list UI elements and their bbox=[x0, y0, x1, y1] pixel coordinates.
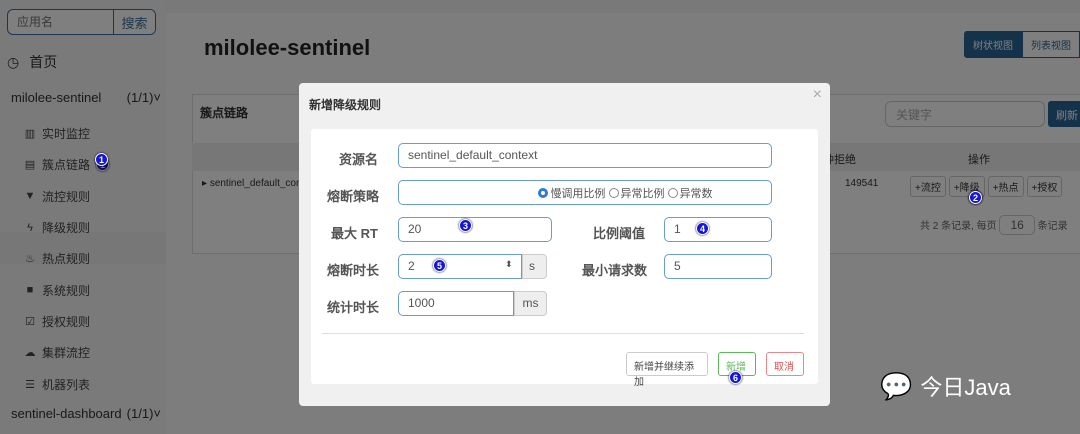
max-rt-label: 最大 RT bbox=[331, 226, 378, 241]
duration-input[interactable]: 2 bbox=[398, 254, 522, 279]
step-badge-1-overlay: 1 bbox=[95, 153, 108, 166]
add-and-continue-button[interactable]: 新增并继续添加 bbox=[626, 352, 708, 388]
step-badge-5: 5 bbox=[433, 259, 446, 272]
close-icon[interactable]: × bbox=[813, 86, 822, 104]
watermark: 💬 今日Java bbox=[880, 370, 1011, 402]
duration-unit: s bbox=[522, 254, 547, 279]
wechat-icon: 💬 bbox=[880, 370, 913, 401]
min-request-label: 最小请求数 bbox=[582, 263, 648, 278]
max-rt-input[interactable]: 20 bbox=[398, 217, 552, 242]
min-request-input[interactable]: 5 bbox=[664, 254, 772, 279]
stat-duration-unit: ms bbox=[514, 291, 547, 316]
strategy-label: 熔断策略 bbox=[327, 189, 380, 204]
radio-error-ratio[interactable]: 异常比例 bbox=[608, 188, 665, 200]
step-badge-6: 6 bbox=[729, 371, 742, 384]
resource-input[interactable]: sentinel_default_context bbox=[398, 143, 772, 168]
step-badge-3: 3 bbox=[459, 219, 472, 232]
cancel-button[interactable]: 取消 bbox=[766, 352, 804, 376]
radio-label: 异常数 bbox=[679, 188, 713, 200]
resource-label: 资源名 bbox=[339, 152, 379, 167]
dialog-title: 新增降级规则 bbox=[309, 98, 382, 112]
radio-label: 异常比例 bbox=[620, 188, 665, 200]
strategy-radio-group: 慢调用比例 异常比例 异常数 bbox=[398, 180, 772, 205]
watermark-text: 今日Java bbox=[920, 375, 1011, 400]
divider bbox=[322, 333, 804, 334]
ratio-label: 比例阈值 bbox=[593, 226, 646, 241]
degrade-rule-dialog: 新增降级规则 × 资源名 sentinel_default_context 熔断… bbox=[299, 83, 830, 406]
radio-label: 慢调用比例 bbox=[550, 188, 606, 200]
step-badge-4: 4 bbox=[696, 222, 709, 235]
stat-duration-input[interactable]: 1000 bbox=[398, 291, 514, 316]
stat-duration-label: 统计时长 bbox=[327, 300, 380, 315]
spinner-icon[interactable]: ⬍ bbox=[505, 259, 513, 270]
radio-slow-ratio[interactable]: 慢调用比例 bbox=[538, 188, 605, 200]
duration-label: 熔断时长 bbox=[327, 263, 380, 278]
ratio-input[interactable]: 1 bbox=[664, 217, 772, 242]
radio-error-count[interactable]: 异常数 bbox=[667, 188, 713, 200]
step-badge-2-overlay: 2 bbox=[969, 191, 982, 204]
